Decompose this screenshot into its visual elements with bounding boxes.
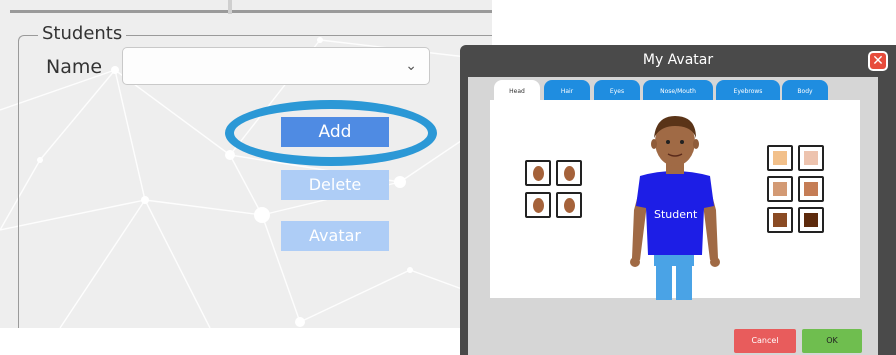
skin-tone-swatch [804,213,818,227]
cancel-button[interactable]: Cancel [734,329,796,353]
skin-tone-swatch [773,151,787,165]
head-shape-option[interactable] [556,192,582,218]
head-shape-icon [533,198,544,213]
name-select[interactable]: ⌄ [122,47,430,85]
head-shape-option[interactable] [525,192,551,218]
head-shape-icon [564,198,575,213]
shirt-label: Student [654,208,698,221]
skin-tone-option[interactable] [767,145,793,171]
skin-tone-option[interactable] [767,176,793,202]
skin-tone-swatch [804,182,818,196]
skin-tone-option[interactable] [798,176,824,202]
avatar-figure [630,116,720,300]
skin-tone-swatch [773,213,787,227]
students-panel: Students Name ⌄ Add Delete Avatar [0,0,492,328]
head-shape-option[interactable] [556,160,582,186]
skin-tone-option[interactable] [767,207,793,233]
highlight-ring [225,100,437,166]
avatar-dialog: My Avatar ✕ Head Hair Eyes Nose/Mouth Ey… [460,45,896,355]
name-label: Name [46,56,103,78]
chevron-down-icon: ⌄ [405,58,417,74]
skin-tone-option[interactable] [798,145,824,171]
skin-tone-swatch [804,151,818,165]
head-shape-option[interactable] [525,160,551,186]
delete-button[interactable]: Delete [281,170,389,200]
head-shape-icon [533,166,544,181]
skin-tone-swatch [773,182,787,196]
avatar-editor-canvas: Student [490,100,860,300]
head-shape-icon [564,166,575,181]
close-icon[interactable]: ✕ [868,51,888,71]
students-legend: Students [38,23,127,44]
dialog-title: My Avatar [642,52,714,68]
stage: Students Name ⌄ Add Delete Avatar My Ava… [0,0,896,355]
skin-tone-option[interactable] [798,207,824,233]
avatar-button[interactable]: Avatar [281,221,389,251]
ok-button[interactable]: OK [802,329,862,353]
